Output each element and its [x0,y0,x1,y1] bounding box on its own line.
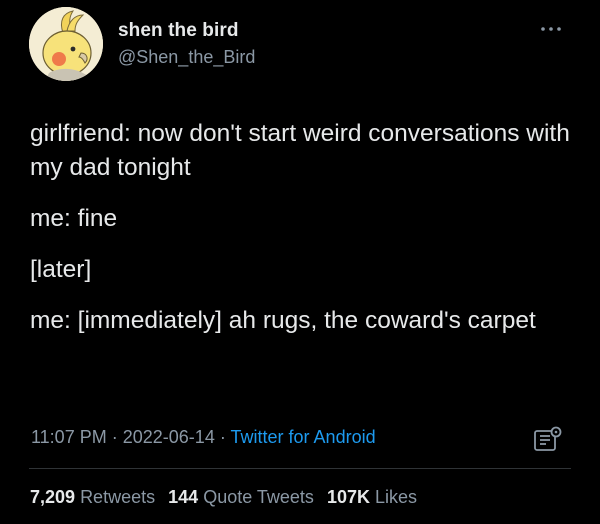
quote-tweets-stat[interactable]: 144 Quote Tweets [168,487,319,507]
retweets-stat[interactable]: 7,209 Retweets [30,487,160,507]
likes-label: Likes [374,487,418,507]
tweet-text: girlfriend: now don't start weird conver… [30,117,590,355]
author-display-name[interactable]: shen the bird [118,20,239,42]
cockatiel-avatar-image [29,7,103,81]
avatar[interactable] [29,7,103,81]
retweets-count: 7,209 [30,487,76,507]
tweet-line: me: fine [30,205,118,232]
author-handle[interactable]: @Shen_the_Bird [118,47,255,68]
tweet-line: [later] [30,256,92,283]
tweet-time[interactable]: 11:07 PM [31,427,107,447]
quote-tweets-count: 144 [168,487,199,507]
more-horizontal-icon[interactable] [539,24,563,34]
tweet-line: me: [immediately] ah rugs, the coward's … [30,307,536,334]
likes-stat[interactable]: 107K Likes [327,487,417,507]
tweet-source-link[interactable]: Twitter for Android [231,427,376,447]
retweets-label: Retweets [80,487,156,507]
likes-count: 107K [326,487,370,507]
divider [29,468,571,469]
tweet-metadata: 11:07 PM · 2022-06-14 · Twitter for Andr… [31,427,376,448]
quote-tweets-label: Quote Tweets [203,487,314,507]
tweet-line: girlfriend: now don't start weird conver… [30,120,570,181]
tweet-date[interactable]: 2022-06-14 [123,427,215,447]
analytics-icon[interactable] [532,424,564,454]
engagement-stats: 7,209 Retweets 144 Quote Tweets 107K Lik… [30,487,425,508]
tweet-card: shen the bird @Shen_the_Bird girlfriend:… [0,0,600,524]
meta-separator: · [219,427,226,447]
meta-separator: · [111,427,118,447]
